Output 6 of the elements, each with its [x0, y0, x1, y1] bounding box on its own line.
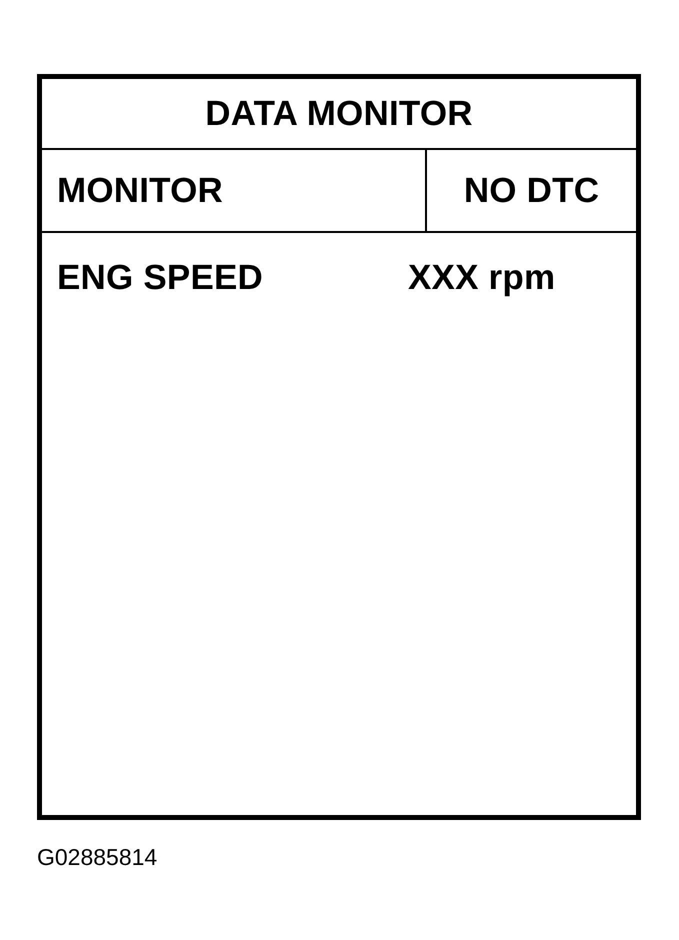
figure-code: G02885814 [37, 844, 158, 870]
panel-title: DATA MONITOR [205, 94, 473, 134]
mode-label: MONITOR [57, 170, 224, 210]
status-label: NO DTC [464, 170, 600, 210]
reading-label: ENG SPEED [57, 258, 264, 298]
reading-value: XXX rpm [408, 258, 556, 298]
